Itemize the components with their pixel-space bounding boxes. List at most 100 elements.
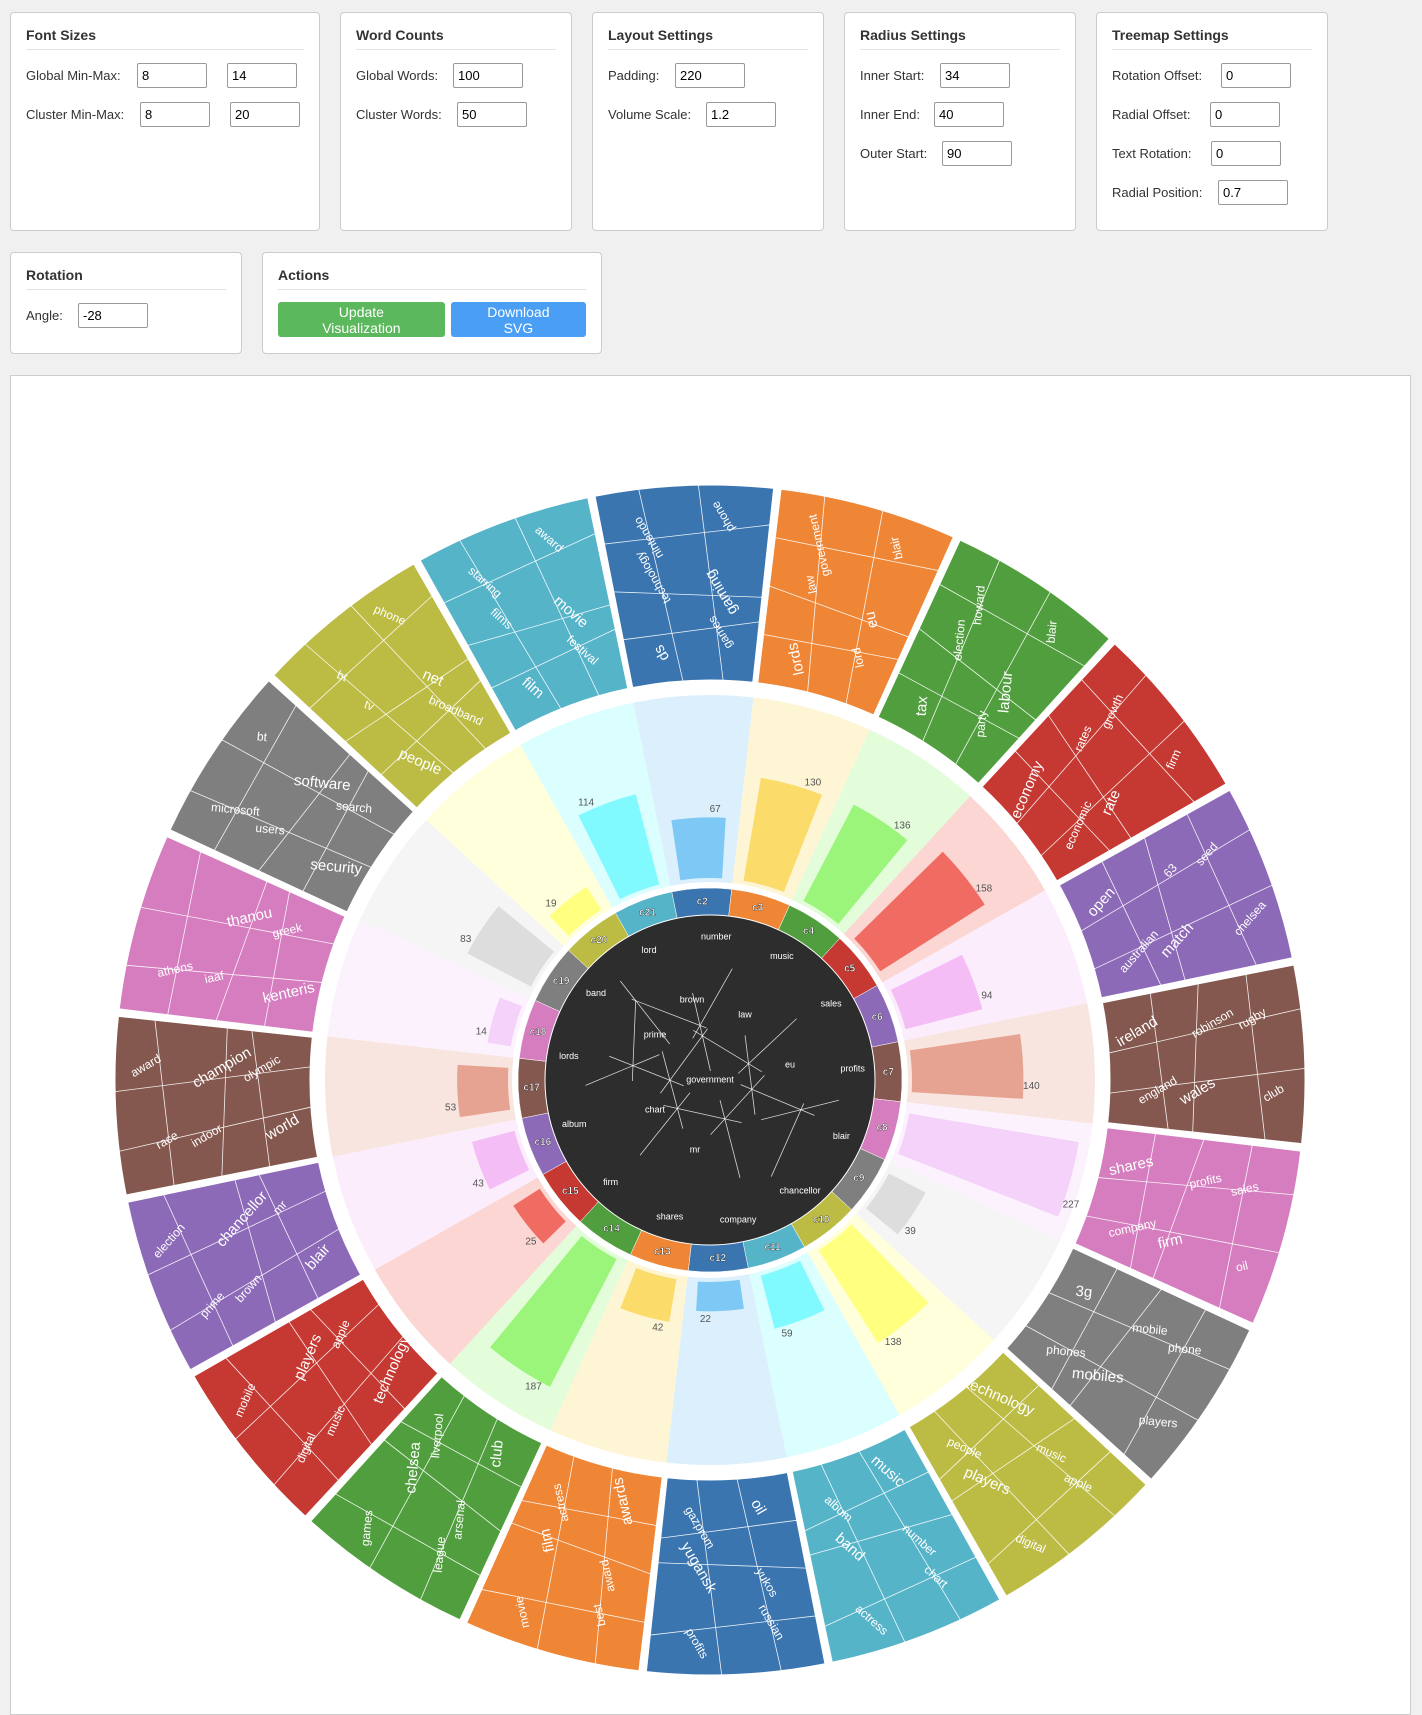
cluster-max-input[interactable] bbox=[230, 101, 300, 127]
bar-count-label: 59 bbox=[781, 1328, 793, 1339]
font-sizes-title: Font Sizes bbox=[26, 27, 304, 50]
treemap-word: blair bbox=[1044, 620, 1060, 644]
text-rotation-label: Text Rotation: bbox=[1112, 145, 1192, 161]
download-svg-button[interactable]: Download SVG bbox=[450, 302, 586, 337]
center-word: chancellor bbox=[780, 1185, 821, 1195]
cluster-min-input[interactable] bbox=[140, 101, 210, 127]
ring-label: c17 bbox=[523, 1082, 540, 1093]
font-sizes-panel: Font Sizes Global Min-Max: Cluster Min-M… bbox=[10, 12, 320, 231]
inner-start-input[interactable] bbox=[940, 62, 1010, 88]
padding-input[interactable] bbox=[675, 62, 745, 88]
ring-label: c12 bbox=[709, 1253, 726, 1264]
treemap-c2[interactable]: dsgamingnintendogamestechnologyphone bbox=[594, 484, 775, 689]
outer-start-label: Outer Start: bbox=[860, 145, 928, 161]
bar-count-label: 42 bbox=[652, 1322, 664, 1333]
ring-label: c10 bbox=[813, 1214, 830, 1225]
layout-settings-panel: Layout Settings Padding: Volume Scale: bbox=[592, 12, 824, 231]
ring-label: c4 bbox=[803, 926, 815, 937]
ring-label: c3 bbox=[752, 903, 764, 914]
inner-end-input[interactable] bbox=[934, 101, 1004, 127]
center-word: blair bbox=[833, 1131, 850, 1141]
bar-c2[interactable] bbox=[671, 817, 726, 881]
ring-label: c13 bbox=[654, 1247, 671, 1258]
radial-offset-row: Radial Offset: bbox=[1112, 101, 1312, 127]
rotation-panel: Rotation Angle: bbox=[10, 252, 242, 354]
cluster-min-max-row: Cluster Min-Max: bbox=[26, 101, 304, 127]
center-word: company bbox=[720, 1215, 757, 1225]
global-min-max-row: Global Min-Max: bbox=[26, 62, 304, 88]
radial-offset-input[interactable] bbox=[1210, 101, 1280, 127]
treemap-word: users bbox=[255, 821, 286, 838]
radial-position-input[interactable] bbox=[1218, 179, 1288, 205]
angle-input[interactable] bbox=[78, 302, 148, 328]
bar-count-label: 114 bbox=[578, 798, 594, 809]
ring-label: c9 bbox=[853, 1173, 865, 1184]
center-word: law bbox=[738, 1009, 752, 1019]
bar-count-label: 138 bbox=[885, 1337, 902, 1348]
inner-start-label: Inner Start: bbox=[860, 67, 925, 83]
center-word: lord bbox=[642, 945, 657, 955]
treemap-c7[interactable]: irelandwalesrugbyenglandrobinsonclub bbox=[1101, 964, 1306, 1145]
ring-label: c8 bbox=[876, 1122, 888, 1133]
radius-settings-title: Radius Settings bbox=[860, 27, 1060, 50]
bar-c12[interactable] bbox=[696, 1279, 744, 1312]
center-word: sales bbox=[821, 998, 843, 1008]
update-visualization-button[interactable]: Update Visualization bbox=[278, 302, 445, 337]
ring-label: c14 bbox=[603, 1223, 620, 1234]
ring-label: c11 bbox=[764, 1242, 781, 1253]
global-min-max-label: Global Min-Max: bbox=[26, 67, 121, 83]
cluster-words-row: Cluster Words: bbox=[356, 101, 556, 127]
bar-c17[interactable] bbox=[457, 1064, 511, 1118]
cluster-min-max-label: Cluster Min-Max: bbox=[26, 106, 125, 122]
volume-scale-input[interactable] bbox=[706, 101, 776, 127]
center-word: shares bbox=[656, 1212, 684, 1222]
global-max-input[interactable] bbox=[227, 62, 297, 88]
treemap-c17[interactable]: worldchampionraceolympicindooraward bbox=[114, 1015, 319, 1196]
bar-count-label: 14 bbox=[476, 1026, 488, 1037]
treemap-word: bt bbox=[256, 729, 268, 744]
cluster-words-input[interactable] bbox=[457, 101, 527, 127]
bar-count-label: 136 bbox=[894, 820, 911, 831]
volume-scale-label: Volume Scale: bbox=[608, 106, 692, 122]
treemap-c12[interactable]: oilyuganskrussiangazpromyukosprofits bbox=[645, 1471, 826, 1676]
cluster-words-label: Cluster Words: bbox=[356, 106, 442, 122]
actions-title: Actions bbox=[278, 267, 586, 290]
ring-label: c7 bbox=[883, 1067, 895, 1078]
rotation-offset-label: Rotation Offset: bbox=[1112, 67, 1203, 83]
center-word: profits bbox=[840, 1063, 865, 1073]
rotation-offset-input[interactable] bbox=[1221, 62, 1291, 88]
actions-panel: Actions Update Visualization Download SV… bbox=[262, 252, 602, 354]
volume-scale-row: Volume Scale: bbox=[608, 101, 808, 127]
treemap-word: tax bbox=[913, 695, 932, 717]
ring-label: c2 bbox=[697, 896, 709, 907]
outer-start-input[interactable] bbox=[942, 140, 1012, 166]
bar-count-label: 83 bbox=[460, 934, 472, 945]
ring-label: c21 bbox=[639, 907, 656, 918]
global-min-input[interactable] bbox=[137, 62, 207, 88]
bar-count-label: 39 bbox=[905, 1226, 917, 1237]
center-word: chart bbox=[645, 1104, 666, 1114]
bar-count-label: 130 bbox=[805, 777, 822, 788]
global-words-input[interactable] bbox=[453, 62, 523, 88]
ring-label: c20 bbox=[591, 935, 608, 946]
inner-end-label: Inner End: bbox=[860, 106, 920, 122]
text-rotation-input[interactable] bbox=[1211, 140, 1281, 166]
center-word: brown bbox=[680, 994, 705, 1004]
rotation-title: Rotation bbox=[26, 267, 226, 290]
ring-label: c5 bbox=[844, 964, 856, 975]
ring-label: c18 bbox=[530, 1027, 547, 1038]
angle-label: Angle: bbox=[26, 307, 63, 323]
bar-count-label: 227 bbox=[1063, 1200, 1080, 1211]
bar-count-label: 140 bbox=[1023, 1081, 1040, 1092]
radius-settings-panel: Radius Settings Inner Start: Inner End: … bbox=[844, 12, 1076, 231]
layout-settings-title: Layout Settings bbox=[608, 27, 808, 50]
radial-position-row: Radial Position: bbox=[1112, 179, 1312, 205]
bar-count-label: 22 bbox=[700, 1314, 712, 1325]
treemap-word: 3g bbox=[1075, 1283, 1093, 1302]
treemap-word: party bbox=[973, 710, 989, 738]
treemap-word: club bbox=[487, 1439, 507, 1468]
treemap-settings-panel: Treemap Settings Rotation Offset: Radial… bbox=[1096, 12, 1328, 231]
ring-label: c19 bbox=[553, 976, 570, 987]
text-rotation-row: Text Rotation: bbox=[1112, 140, 1312, 166]
bar-count-label: 25 bbox=[525, 1236, 537, 1247]
